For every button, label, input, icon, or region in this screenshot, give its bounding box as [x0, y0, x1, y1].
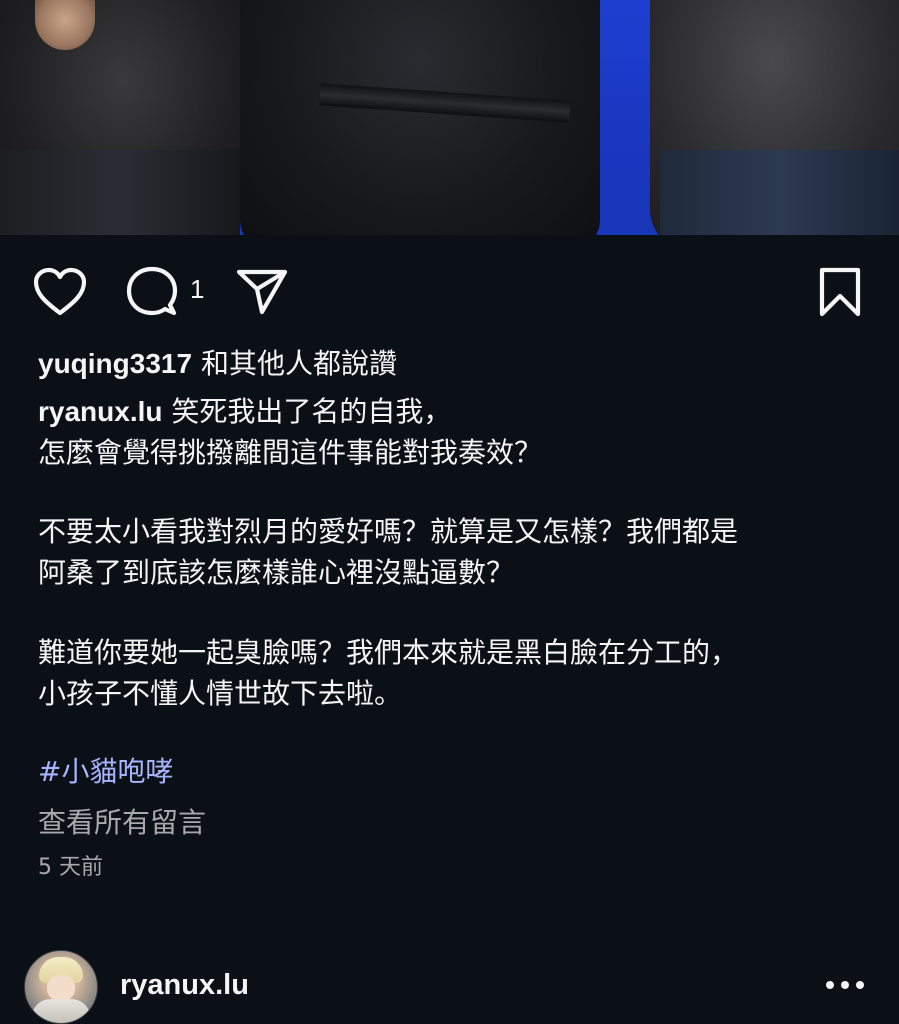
save-button[interactable] — [812, 262, 868, 322]
caption-line-3: 不要太小看我對烈月的愛好嗎？就算是又怎樣？我們都是 — [38, 515, 739, 548]
caption-line-1: ryanux.lu 笑死我出了名的自我， — [38, 392, 451, 432]
post-action-bar: 1 — [0, 258, 899, 328]
share-button[interactable] — [232, 264, 292, 320]
next-post-username[interactable]: ryanux.lu — [120, 965, 249, 1005]
view-all-comments-link[interactable]: 查看所有留言 — [38, 803, 206, 843]
caption-line-5: 難道你要她一起臭臉嗎？我們本來就是黑白臉在分工的， — [38, 636, 739, 669]
like-button[interactable] — [30, 264, 90, 320]
next-post-header: ryanux.lu — [0, 945, 899, 1024]
caption-line-4: 阿桑了到底該怎麼樣誰心裡沒點逼數？ — [38, 556, 515, 589]
hashtag-link[interactable]: #小貓咆哮 — [38, 752, 173, 792]
likes-username[interactable]: yuqing3317 — [38, 348, 192, 379]
likes-suffix: 和其他人都說讚 — [192, 347, 397, 380]
avatar-face — [47, 975, 75, 1001]
comment-bubble-icon — [126, 266, 178, 316]
comment-count: 1 — [190, 274, 205, 304]
bookmark-outline-icon — [819, 267, 861, 317]
photo-figure-right-legs — [660, 150, 899, 235]
avatar-body — [31, 999, 91, 1023]
paper-plane-icon — [236, 269, 288, 315]
likes-summary[interactable]: yuqing3317 和其他人都說讚 — [38, 344, 397, 384]
avatar[interactable] — [24, 950, 98, 1024]
more-options-button[interactable] — [820, 967, 870, 1003]
post-timestamp: 5 天前 — [38, 855, 103, 880]
post-image[interactable] — [0, 0, 899, 235]
comment-button[interactable] — [122, 264, 182, 320]
photo-figure-left-legs — [0, 150, 240, 235]
more-horizontal-icon — [826, 981, 864, 989]
caption-author[interactable]: ryanux.lu — [38, 396, 162, 427]
caption-line-6: 小孩子不懂人情世故下去啦。 — [38, 677, 403, 710]
caption-line-2: 怎麼會覺得挑撥離間這件事能對我奏效？ — [38, 436, 543, 469]
heart-outline-icon — [33, 267, 87, 316]
caption-text: 笑死我出了名的自我， — [162, 395, 452, 428]
